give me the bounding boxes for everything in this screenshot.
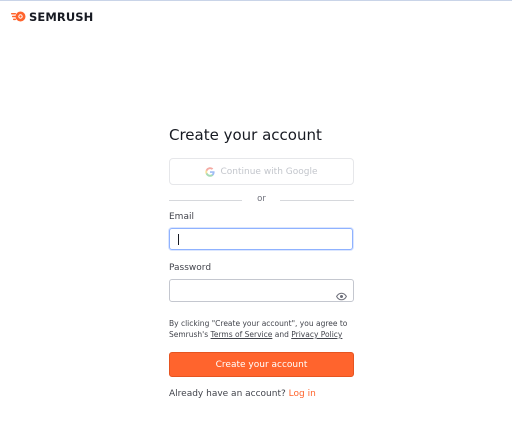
continue-with-google-button[interactable]: Continue with Google <box>169 158 354 185</box>
brand-name: SEMRUSH <box>29 9 94 24</box>
top-border <box>0 0 512 1</box>
divider-text: or <box>257 194 266 204</box>
semrush-logo[interactable]: SEMRUSH <box>11 7 93 26</box>
google-icon <box>205 162 216 181</box>
signin-prompt: Already have an account? <box>169 389 286 399</box>
semrush-fireball-icon <box>11 7 26 26</box>
create-account-button[interactable]: Create your account <box>169 352 354 377</box>
password-label: Password <box>169 263 212 273</box>
email-field-wrapper[interactable] <box>169 228 353 252</box>
signin-prompt-row: Already have an account? Log in <box>169 389 316 399</box>
email-field[interactable] <box>170 232 352 252</box>
password-field-wrapper[interactable] <box>169 279 354 304</box>
page-title: Create your account <box>169 126 322 144</box>
text-cursor <box>178 234 179 245</box>
login-link[interactable]: Log in <box>289 389 316 399</box>
password-field[interactable] <box>170 282 353 304</box>
eye-icon[interactable] <box>336 286 347 301</box>
divider-line-right <box>280 200 354 201</box>
privacy-policy-link[interactable]: Privacy Policy <box>291 330 342 339</box>
terms-of-service-link[interactable]: Terms of Service <box>211 330 273 339</box>
terms-and: and <box>272 330 292 339</box>
terms-notice: By clicking "Create your account", you a… <box>169 318 355 340</box>
google-button-label: Continue with Google <box>220 166 318 177</box>
or-divider: or <box>169 194 354 206</box>
email-label: Email <box>169 212 194 222</box>
